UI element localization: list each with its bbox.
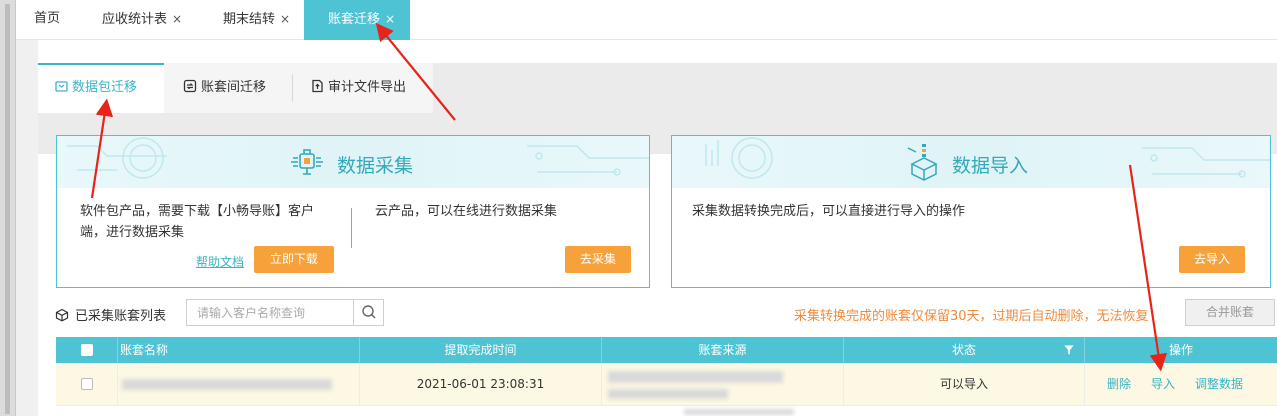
retention-notice: 采集转换完成的账套仅保留30天，过期后自动删除，无法恢复 — [794, 309, 1149, 324]
close-icon[interactable]: × — [280, 12, 290, 26]
cell-extract-time: 2021-06-01 23:08:31 — [360, 363, 602, 406]
card-header: 数据采集 — [57, 136, 649, 188]
table-row[interactable]: 2021-06-01 23:08:31 可以导入 删除 导入 调整数据 — [56, 363, 1277, 406]
filter-icon[interactable] — [1064, 345, 1074, 355]
tab-label: 应收统计表 — [102, 12, 168, 27]
col-status[interactable]: 状态 — [844, 337, 1085, 363]
tab-inter-account-migration[interactable]: 账套间迁移 — [183, 63, 266, 113]
inner-tab-label: 账套间迁移 — [201, 80, 267, 95]
go-import-button[interactable]: 去导入 — [1179, 246, 1245, 273]
tab-label: 期末结转 — [223, 12, 276, 27]
tab-account-migration[interactable]: 账套迁移 × — [304, 0, 410, 40]
left-scroll-strip[interactable] — [0, 0, 16, 416]
col-account-name[interactable]: 账套名称 — [118, 337, 360, 363]
data-import-card: 数据导入 采集数据转换完成后，可以直接进行导入的操作 去导入 — [671, 135, 1271, 288]
export-file-icon — [312, 79, 323, 93]
col-account-source[interactable]: 账套来源 — [602, 337, 844, 363]
collected-accounts-label: 已采集账套列表 — [55, 305, 166, 324]
inner-tab-label: 审计文件导出 — [328, 80, 407, 95]
col-operation: 操作 — [1168, 343, 1193, 357]
cell-status: 可以导入 — [844, 363, 1085, 406]
search-button[interactable] — [353, 300, 383, 325]
download-now-button[interactable]: 立即下载 — [254, 246, 334, 273]
inner-tab-bar: 数据包迁移 账套间迁移 审计文件导出 — [38, 63, 433, 113]
delete-link[interactable]: 删除 — [1107, 363, 1131, 406]
go-collect-button[interactable]: 去采集 — [565, 246, 631, 273]
data-collect-card: 数据采集 软件包产品，需要下载【小畅导账】客户 端，进行数据采集 云产品，可以在… — [56, 135, 650, 288]
tab-label: 首页 — [34, 11, 61, 26]
col-status-label: 状态 — [951, 343, 976, 357]
cube-icon — [55, 308, 69, 322]
tab-home[interactable]: 首页 — [34, 0, 60, 40]
package-icon — [55, 81, 68, 92]
tab-label: 账套迁移 — [328, 12, 381, 27]
software-package-text: 软件包产品，需要下载【小畅导账】客户 端，进行数据采集 — [80, 201, 360, 243]
tab-receivable-stats[interactable]: 应收统计表 × — [102, 0, 182, 40]
select-all-cell — [56, 337, 118, 363]
top-tab-bar: 首页 应收统计表 × 期末结转 × 账套迁移 × — [16, 0, 1277, 40]
row-checkbox[interactable] — [81, 378, 93, 390]
text-line: 端，进行数据采集 — [80, 225, 185, 240]
blurred-account-source — [608, 371, 783, 383]
col-extract-time[interactable]: 提取完成时间 — [360, 337, 602, 363]
tab-period-end-carryover[interactable]: 期末结转 × — [223, 0, 290, 40]
left-scrollbar[interactable] — [5, 4, 10, 414]
import-description-text: 采集数据转换完成后，可以直接进行导入的操作 — [692, 204, 966, 219]
adjust-data-link[interactable]: 调整数据 — [1195, 363, 1243, 406]
transfer-icon — [183, 79, 197, 93]
cloud-product-text: 云产品，可以在线进行数据采集 — [375, 204, 558, 219]
cell-operations: 删除 导入 调整数据 — [1085, 363, 1277, 406]
tab-audit-file-export[interactable]: 审计文件导出 — [311, 63, 406, 113]
table-row-partial — [56, 407, 1277, 416]
text-line: 软件包产品，需要下载【小畅导账】客户 — [80, 204, 315, 219]
blurred-account-source — [608, 389, 728, 399]
search-icon — [362, 305, 376, 319]
select-all-checkbox[interactable] — [81, 344, 93, 356]
blurred-account-name — [122, 379, 332, 390]
table-header: 账套名称 提取完成时间 账套来源 状态 操作 — [56, 337, 1277, 363]
close-icon[interactable]: × — [172, 12, 182, 26]
close-icon[interactable]: × — [385, 12, 395, 26]
import-link[interactable]: 导入 — [1151, 363, 1175, 406]
tab-data-package-migration[interactable]: 数据包迁移 — [38, 63, 164, 113]
cell-account-source — [602, 363, 844, 406]
main-content: 数据包迁移 账套间迁移 审计文件导出 数据采集 软件包产品，需要下载【小畅导账】… — [38, 40, 1277, 416]
data-collect-icon — [291, 149, 323, 175]
vertical-divider — [351, 208, 352, 248]
merge-accounts-button[interactable]: 合并账套 — [1185, 299, 1275, 326]
inner-tab-label: 数据包迁移 — [72, 80, 138, 95]
cell-account-name — [118, 363, 360, 406]
card-header: 数据导入 — [672, 136, 1270, 188]
card-title: 数据采集 — [337, 155, 414, 177]
tab-divider — [292, 74, 293, 102]
search-input[interactable] — [187, 300, 353, 325]
blurred-next-row — [684, 409, 794, 415]
row-select-cell — [56, 363, 118, 406]
list-label-text: 已采集账套列表 — [75, 309, 167, 324]
card-title: 数据导入 — [952, 155, 1029, 177]
data-import-icon — [907, 144, 938, 181]
search-box — [186, 299, 384, 326]
help-doc-link[interactable]: 帮助文档 — [196, 253, 244, 270]
